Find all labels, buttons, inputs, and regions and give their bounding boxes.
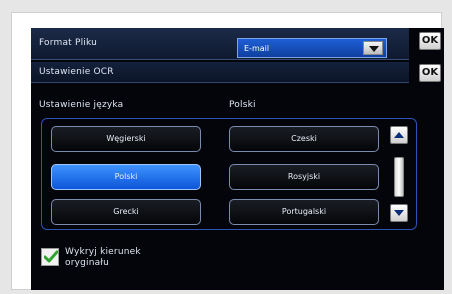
language-option-greek[interactable]: Grecki (51, 199, 201, 225)
language-option-russian[interactable]: Rosyjski (229, 164, 379, 190)
language-option-polish-selected[interactable]: Polski (51, 164, 201, 190)
language-option-hungarian[interactable]: Węgierski (51, 126, 201, 152)
scroll-down-arrow-icon[interactable] (390, 204, 408, 222)
current-language-label: Polski (229, 100, 256, 110)
file-format-select[interactable]: E-mail (237, 38, 387, 58)
language-option-czech[interactable]: Czeski (229, 126, 379, 152)
chevron-down-icon[interactable] (363, 41, 383, 55)
language-setting-label: Ustawienie języka (39, 100, 124, 110)
scroll-up-arrow-icon[interactable] (390, 126, 408, 144)
language-option-portuguese[interactable]: Portugalski (229, 199, 379, 225)
file-format-row: Format Pliku E-mail (31, 28, 409, 60)
ok-button-ocr[interactable]: OK (419, 64, 441, 82)
ocr-setting-row: Ustawienie OCR (31, 62, 409, 83)
ocr-settings-screen: Format Pliku E-mail OK Ustawienie OCR OK… (31, 28, 444, 290)
detect-orientation-checkbox[interactable] (41, 248, 59, 266)
file-format-value: E-mail (244, 44, 270, 53)
detect-orientation-label-line1: Wykryj kierunek (65, 247, 141, 257)
detect-orientation-label-line2: oryginału (65, 258, 110, 268)
file-format-label: Format Pliku (39, 38, 98, 48)
scrollbar-thumb[interactable] (394, 157, 404, 197)
ocr-setting-label: Ustawienie OCR (39, 67, 114, 77)
ok-button-top[interactable]: OK (419, 32, 441, 50)
checkmark-icon (44, 250, 58, 263)
